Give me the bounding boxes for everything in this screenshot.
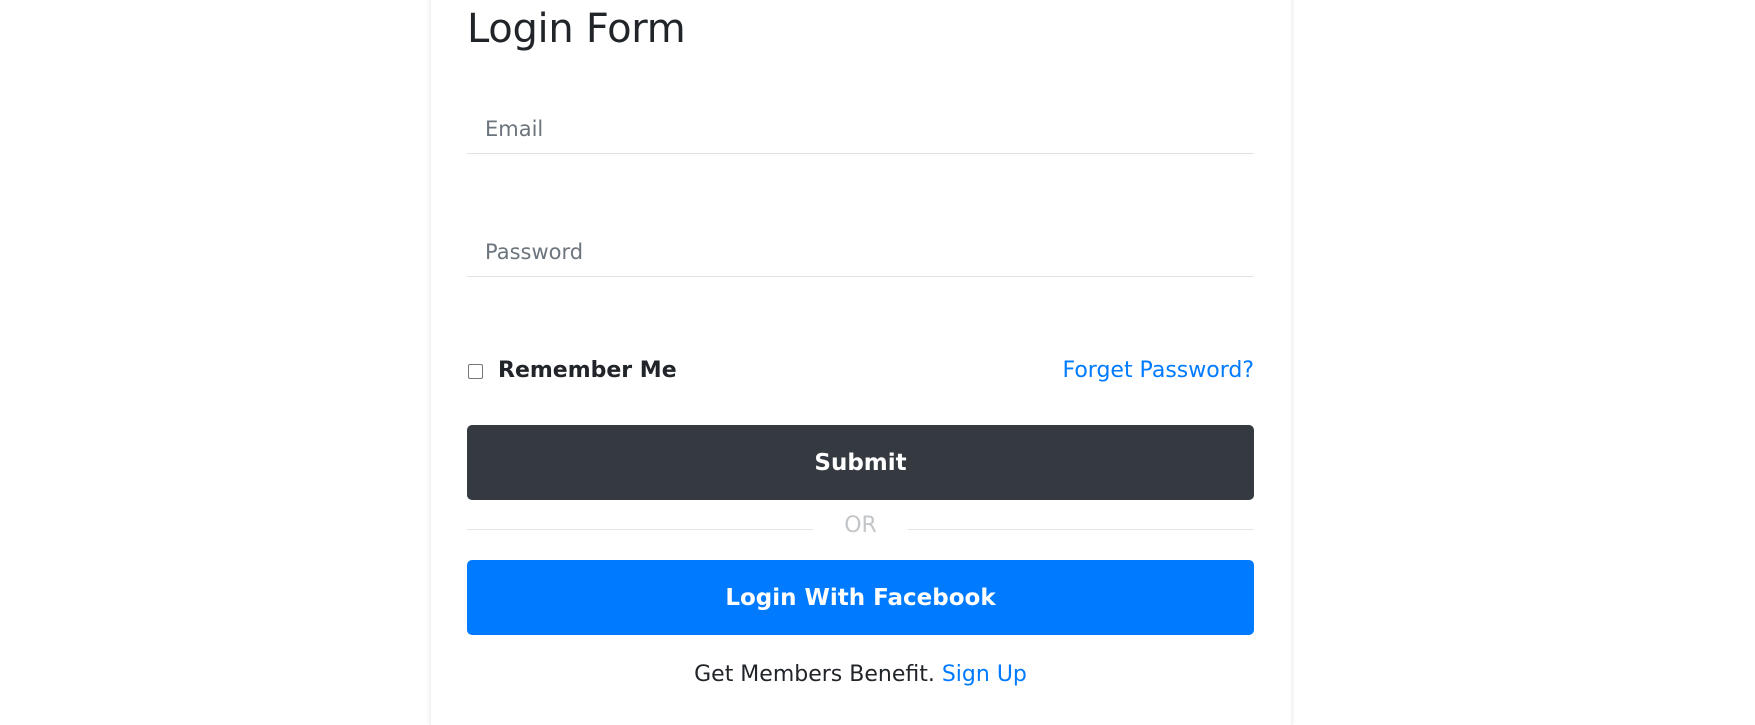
or-divider: OR [467, 513, 1254, 547]
login-with-facebook-button[interactable]: Login With Facebook [467, 560, 1254, 635]
login-card: Login Form Remember Me Forget Password? … [430, 0, 1292, 725]
submit-button[interactable]: Submit [467, 425, 1254, 500]
remember-row: Remember Me Forget Password? [467, 358, 1254, 394]
signup-row: Get Members Benefit. Sign Up [467, 662, 1254, 687]
remember-me-checkbox[interactable] [468, 364, 483, 379]
divider-text: OR [844, 513, 877, 538]
sign-up-link[interactable]: Sign Up [942, 662, 1027, 687]
signup-prompt: Get Members Benefit. [694, 662, 942, 687]
remember-me-label[interactable]: Remember Me [498, 358, 677, 383]
password-field[interactable] [467, 227, 1254, 277]
page-title: Login Form [467, 6, 686, 52]
divider-line-right [908, 529, 1254, 530]
forget-password-link[interactable]: Forget Password? [1062, 358, 1254, 383]
email-field[interactable] [467, 104, 1254, 154]
